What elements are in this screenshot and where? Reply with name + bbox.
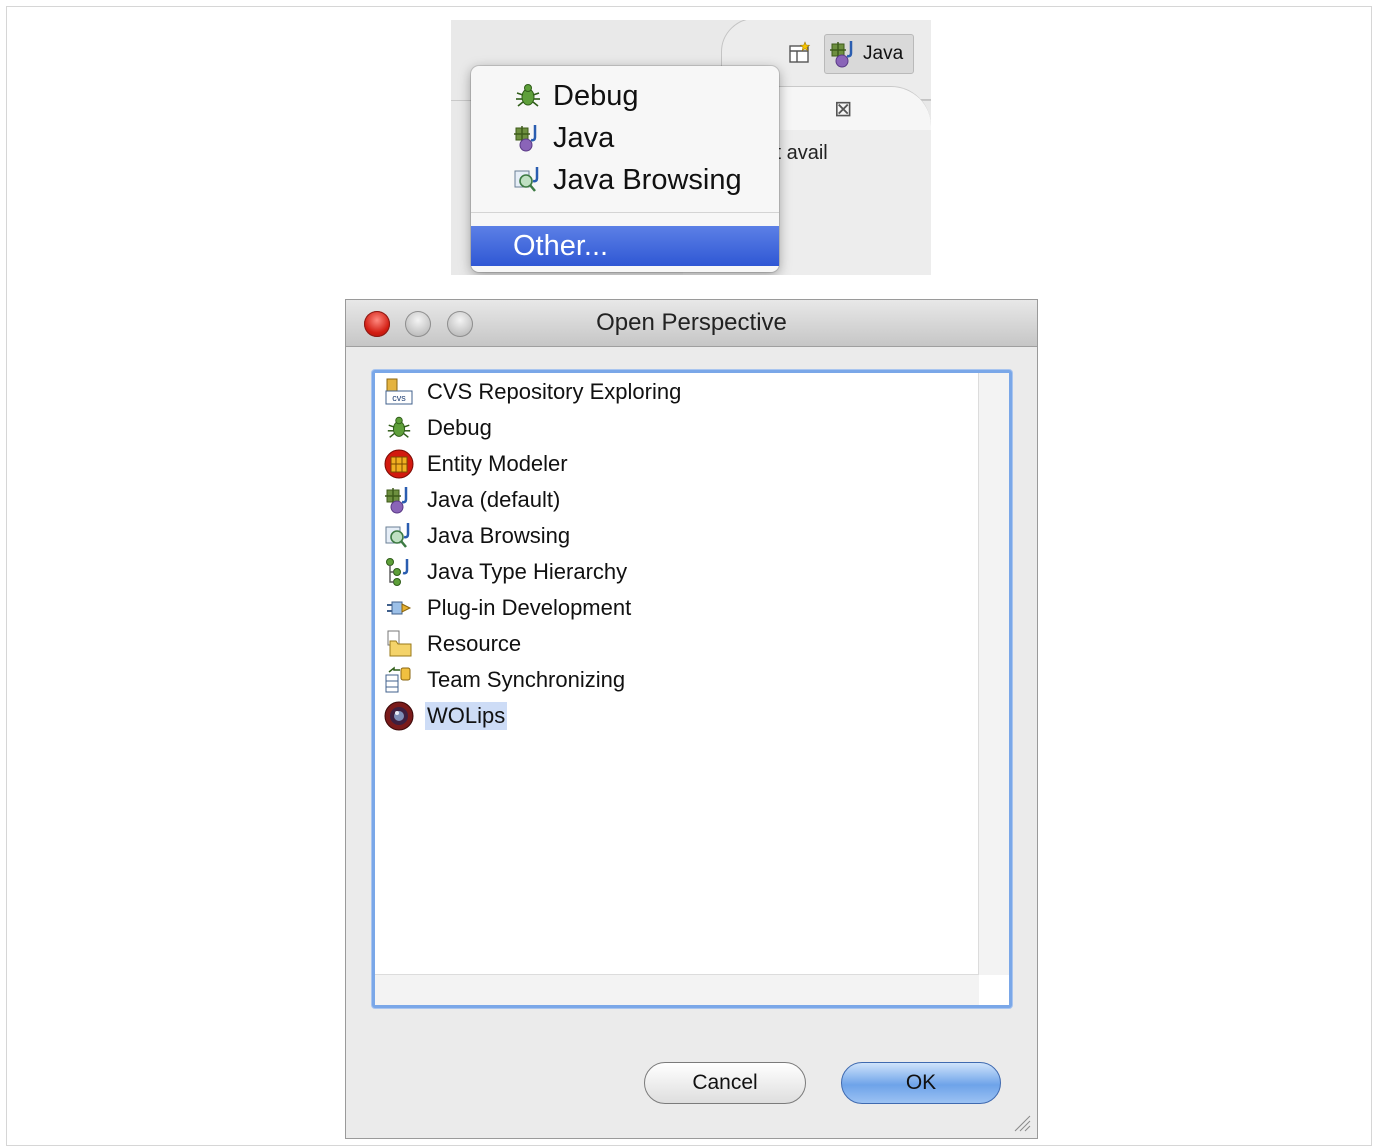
java-perspective-button[interactable]: Java xyxy=(824,34,914,74)
dialog-title: Open Perspective xyxy=(596,309,787,336)
plugin-icon xyxy=(387,601,412,615)
horizontal-scrollbar[interactable] xyxy=(375,974,979,1005)
list-item-label: Entity Modeler xyxy=(427,451,568,476)
menu-item-label: Debug xyxy=(553,79,639,112)
list-item-label: CVS Repository Exploring xyxy=(427,379,682,404)
perspective-list[interactable]: cvs CVS Repository Exploring Debug Entit… xyxy=(372,370,1012,1008)
ok-button[interactable]: OK xyxy=(841,1062,1001,1104)
list-item-label: WOLips xyxy=(425,702,508,730)
cancel-button[interactable]: Cancel xyxy=(644,1062,806,1104)
list-item-plugin-development[interactable]: Plug-in Development xyxy=(381,591,633,625)
list-item-team-synchronizing[interactable]: Team Synchronizing xyxy=(381,663,627,697)
close-icon[interactable]: ⊠ xyxy=(834,96,852,122)
list-item-java-type-hierarchy[interactable]: Java Type Hierarchy xyxy=(381,555,629,589)
list-item-label: Team Synchronizing xyxy=(427,667,626,692)
perspective-menu: Debug Java Java Browsing Other... xyxy=(471,66,779,272)
list-item-label: Java Type Hierarchy xyxy=(427,559,628,584)
resize-grip-icon[interactable] xyxy=(1011,1112,1031,1132)
menu-item-other[interactable]: Other... xyxy=(471,226,779,266)
menu-item-label: Java Browsing xyxy=(553,163,742,196)
open-perspective-dialog: Open Perspective cvs CVS Repository Expl… xyxy=(345,299,1038,1139)
list-item-label: Resource xyxy=(427,631,522,656)
list-item-resource[interactable]: Resource xyxy=(381,627,523,661)
cvs-icon: cvs xyxy=(385,378,413,405)
entity-modeler-icon xyxy=(384,449,414,479)
perspective-list-content: cvs CVS Repository Exploring Debug Entit… xyxy=(375,373,979,975)
menu-item-debug[interactable]: Debug xyxy=(471,76,779,116)
team-sync-icon xyxy=(385,666,411,693)
wolips-icon xyxy=(384,701,414,731)
menu-item-label: Java xyxy=(553,121,615,154)
java-browsing-icon xyxy=(385,523,410,548)
java-browsing-icon xyxy=(514,167,539,192)
list-item-java-default[interactable]: Java (default) xyxy=(381,483,562,517)
java-perspective-icon xyxy=(514,125,537,152)
menu-item-java[interactable]: Java xyxy=(471,118,779,158)
svg-text:cvs: cvs xyxy=(392,393,406,403)
java-perspective-icon xyxy=(385,487,408,514)
eclipse-toolbar-crop: Java line ⊠ ine is not avail Debug xyxy=(451,20,931,275)
list-item-entity-modeler[interactable]: Entity Modeler xyxy=(381,447,570,481)
type-hierarchy-icon xyxy=(386,558,409,586)
list-item-label: Java Browsing xyxy=(427,523,571,548)
debug-icon xyxy=(387,416,411,438)
resource-icon xyxy=(387,630,412,657)
list-item-wolips[interactable]: WOLips xyxy=(381,699,508,733)
list-item-label: Java (default) xyxy=(427,487,561,512)
menu-item-java-browsing[interactable]: Java Browsing xyxy=(471,160,779,200)
list-item-label: Debug xyxy=(427,415,492,440)
open-perspective-icon xyxy=(789,41,811,63)
java-perspective-label: Java xyxy=(863,43,904,64)
list-item-label: Plug-in Development xyxy=(427,595,632,620)
title-bar[interactable]: Open Perspective xyxy=(346,300,1037,347)
list-item-debug[interactable]: Debug xyxy=(381,411,494,445)
debug-icon xyxy=(516,84,540,107)
list-item-cvs[interactable]: cvs CVS Repository Exploring xyxy=(381,375,683,409)
vertical-scrollbar[interactable] xyxy=(978,373,1009,975)
open-perspective-button[interactable] xyxy=(785,40,815,66)
menu-separator xyxy=(471,212,779,213)
java-perspective-icon xyxy=(830,41,853,68)
list-item-java-browsing[interactable]: Java Browsing xyxy=(381,519,572,553)
